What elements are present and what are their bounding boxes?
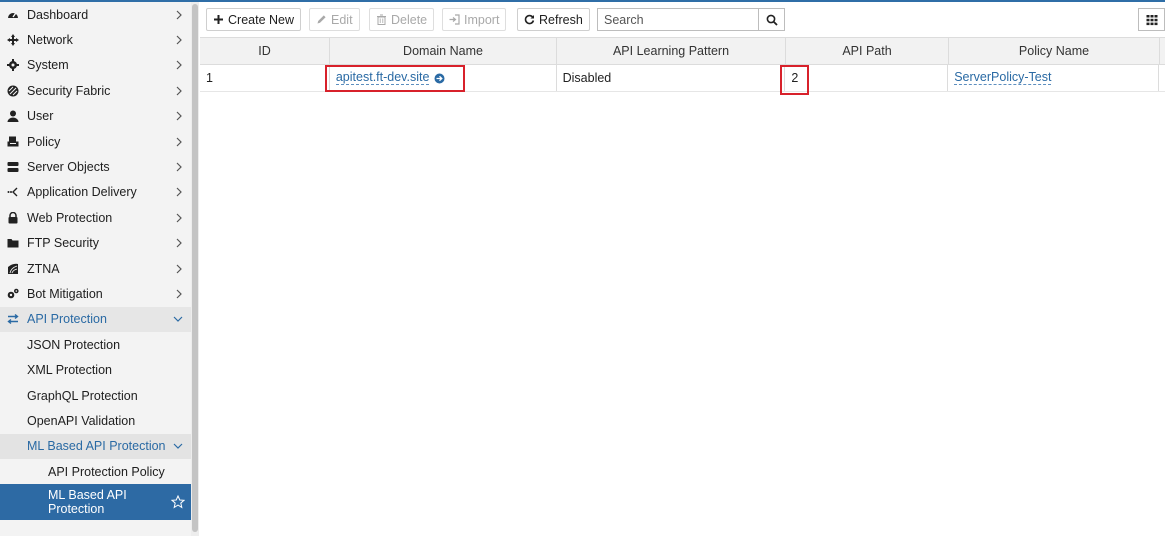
column-header-spacer bbox=[1160, 38, 1165, 64]
sidebar-item-json-protection[interactable]: JSON Protection bbox=[0, 332, 191, 357]
search-button[interactable] bbox=[758, 8, 785, 31]
bot-icon bbox=[6, 287, 20, 301]
chevron-right-icon bbox=[176, 213, 182, 223]
sidebar-item-application-delivery[interactable]: Application Delivery bbox=[0, 180, 191, 205]
column-header-api-path[interactable]: API Path bbox=[786, 38, 949, 64]
refresh-button[interactable]: Refresh bbox=[517, 8, 590, 31]
sidebar-item-network[interactable]: Network bbox=[0, 27, 191, 52]
table-header: ID Domain Name API Learning Pattern API … bbox=[200, 37, 1165, 65]
grid-columns-icon bbox=[1146, 14, 1157, 25]
chevron-right-icon bbox=[176, 162, 182, 172]
plus-icon bbox=[214, 15, 223, 24]
column-header-domain-name[interactable]: Domain Name bbox=[330, 38, 557, 64]
server-icon bbox=[6, 160, 20, 174]
dashboard-icon bbox=[6, 8, 20, 22]
refresh-icon bbox=[524, 14, 535, 25]
sidebar-item-api-protection-policy[interactable]: API Protection Policy bbox=[0, 459, 191, 484]
sidebar-item-openapi-validation[interactable]: OpenAPI Validation bbox=[0, 408, 191, 433]
chevron-right-icon bbox=[176, 35, 182, 45]
chevron-down-icon bbox=[173, 316, 183, 323]
toolbar: Create New Edit Delete Import Refresh bbox=[200, 2, 1165, 36]
edit-button[interactable]: Edit bbox=[309, 8, 360, 31]
chevron-right-icon bbox=[176, 10, 182, 20]
sidebar-item-bot-mitigation[interactable]: Bot Mitigation bbox=[0, 281, 191, 306]
sidebar-item-user[interactable]: User bbox=[0, 104, 191, 129]
app-delivery-icon bbox=[6, 185, 20, 199]
cell-domain-name: apitest.ft-dev.site bbox=[330, 65, 557, 91]
sidebar-scrollbar[interactable] bbox=[191, 2, 199, 536]
pencil-icon bbox=[317, 15, 326, 24]
lock-icon bbox=[6, 211, 20, 225]
column-header-api-learning-pattern[interactable]: API Learning Pattern bbox=[557, 38, 786, 64]
cell-api-path[interactable]: 2 bbox=[785, 65, 949, 91]
policy-link[interactable]: ServerPolicy-Test bbox=[954, 71, 1052, 85]
sidebar: Dashboard Network System Security Fabric… bbox=[0, 2, 191, 536]
column-header-policy-name[interactable]: Policy Name bbox=[949, 38, 1160, 64]
column-header-id[interactable]: ID bbox=[200, 38, 330, 64]
cell-spacer bbox=[1159, 65, 1165, 91]
chevron-right-icon bbox=[176, 264, 182, 274]
ztna-icon bbox=[6, 262, 20, 276]
sidebar-item-api-protection[interactable]: API Protection bbox=[0, 306, 191, 333]
cell-api-learning-pattern: Disabled bbox=[557, 65, 786, 91]
sidebar-item-system[interactable]: System bbox=[0, 53, 191, 78]
sidebar-item-security-fabric[interactable]: Security Fabric bbox=[0, 78, 191, 103]
arrows-exchange-icon bbox=[6, 312, 20, 326]
cell-id: 1 bbox=[200, 65, 330, 91]
scrollbar-thumb[interactable] bbox=[192, 4, 198, 532]
column-settings-button[interactable] bbox=[1138, 8, 1165, 31]
security-fabric-icon bbox=[6, 84, 20, 98]
arrow-circle-right-icon[interactable] bbox=[434, 73, 445, 84]
main-panel: Create New Edit Delete Import Refresh ID bbox=[200, 2, 1165, 536]
sidebar-item-server-objects[interactable]: Server Objects bbox=[0, 154, 191, 179]
import-button[interactable]: Import bbox=[442, 8, 507, 31]
trash-icon bbox=[377, 14, 386, 25]
chevron-right-icon bbox=[176, 289, 182, 299]
table-row[interactable]: 1 apitest.ft-dev.site Disabled 2 ServerP… bbox=[200, 65, 1165, 92]
star-icon[interactable] bbox=[171, 495, 185, 509]
sidebar-item-dashboard[interactable]: Dashboard bbox=[0, 2, 191, 27]
chevron-right-icon bbox=[176, 61, 182, 70]
folder-icon bbox=[6, 236, 20, 250]
chevron-right-icon bbox=[176, 238, 182, 248]
sidebar-item-ztna[interactable]: ZTNA bbox=[0, 256, 191, 281]
cell-policy-name: ServerPolicy-Test bbox=[948, 65, 1159, 91]
sidebar-item-xml-protection[interactable]: XML Protection bbox=[0, 357, 191, 382]
create-new-button[interactable]: Create New bbox=[206, 8, 301, 31]
domain-link[interactable]: apitest.ft-dev.site bbox=[335, 71, 430, 85]
gear-icon bbox=[6, 58, 20, 72]
sidebar-item-web-protection[interactable]: Web Protection bbox=[0, 205, 191, 230]
chevron-right-icon bbox=[176, 86, 182, 96]
policy-icon bbox=[6, 135, 20, 149]
sidebar-item-policy[interactable]: Policy bbox=[0, 129, 191, 154]
sidebar-item-ftp-security[interactable]: FTP Security bbox=[0, 231, 191, 256]
import-icon bbox=[449, 14, 460, 25]
data-table: ID Domain Name API Learning Pattern API … bbox=[200, 37, 1165, 92]
sidebar-item-ml-based-api-protection[interactable]: ML Based API Protection bbox=[0, 484, 191, 521]
sidebar-item-ml-based-api-protection-group[interactable]: ML Based API Protection bbox=[0, 433, 191, 460]
user-icon bbox=[6, 109, 20, 123]
chevron-right-icon bbox=[176, 111, 182, 121]
chevron-right-icon bbox=[176, 187, 182, 197]
chevron-down-icon bbox=[173, 443, 183, 450]
network-icon bbox=[6, 33, 20, 47]
delete-button[interactable]: Delete bbox=[369, 8, 435, 31]
search-input[interactable] bbox=[597, 8, 759, 31]
chevron-right-icon bbox=[176, 137, 182, 147]
search-icon bbox=[766, 14, 778, 26]
sidebar-item-graphql-protection[interactable]: GraphQL Protection bbox=[0, 383, 191, 408]
